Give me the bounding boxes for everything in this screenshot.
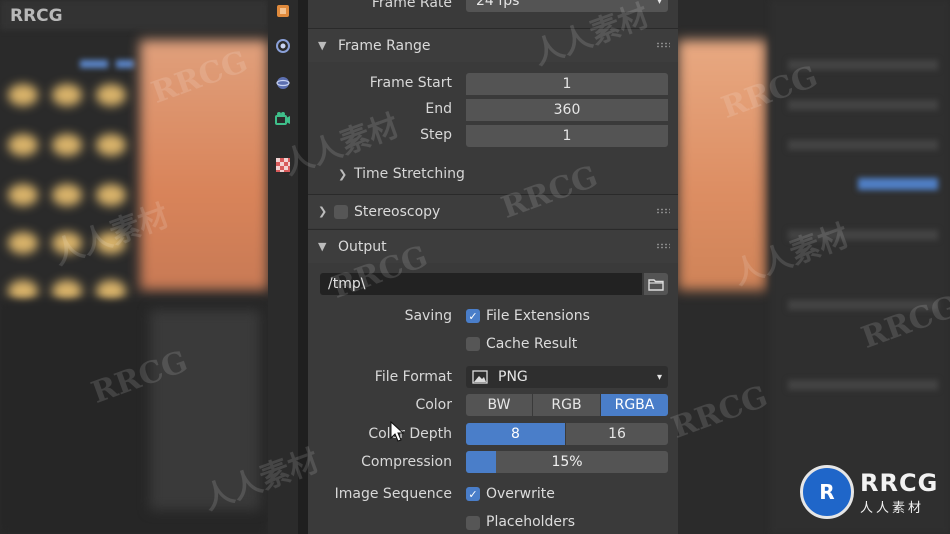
frame-end-value: 360	[553, 102, 581, 118]
check-icon: ✓	[468, 487, 478, 501]
overwrite-checkbox[interactable]: ✓	[466, 487, 480, 501]
output-title: Output	[338, 238, 387, 255]
chevron-down-icon: ▼	[318, 39, 327, 52]
chevron-right-icon: ❯	[318, 205, 328, 218]
placeholders-checkbox[interactable]	[466, 516, 480, 530]
logo-main-text: RRCG	[860, 468, 939, 497]
frame-start-field[interactable]: 1	[466, 73, 668, 95]
background-viewport-left	[0, 0, 268, 534]
compression-slider[interactable]: 15%	[466, 451, 668, 473]
stereoscopy-header[interactable]: ❯ Stereoscopy	[308, 194, 678, 228]
frame-range-header[interactable]: ▼ Frame Range	[308, 28, 678, 62]
world-properties-icon[interactable]	[272, 72, 294, 94]
background-thumbnail-grid	[0, 70, 145, 330]
texture-properties-icon[interactable]	[272, 154, 294, 176]
output-properties-icon[interactable]	[272, 0, 294, 22]
color-depth-8-label: 8	[511, 426, 520, 442]
properties-tab-strip	[268, 0, 298, 534]
color-mode-rgb-label: RGB	[551, 397, 582, 413]
background-blur-shape	[80, 60, 108, 68]
color-mode-rgba-label: RGBA	[614, 397, 655, 413]
frame-end-field[interactable]: 360	[466, 98, 668, 121]
file-extensions-checkbox[interactable]: ✓	[466, 309, 480, 323]
color-mode-rgba[interactable]: RGBA	[601, 394, 668, 416]
color-depth-16[interactable]: 16	[566, 423, 668, 445]
frame-step-value: 1	[562, 128, 572, 144]
background-blur-shape	[788, 100, 938, 110]
color-label: Color	[415, 397, 452, 413]
stereoscopy-title: Stereoscopy	[354, 203, 441, 220]
cache-result-label: Cache Result	[486, 336, 578, 352]
frame-start-value: 1	[562, 76, 572, 92]
folder-icon	[648, 278, 664, 291]
background-blur-shape	[788, 230, 938, 240]
scene-properties-icon[interactable]	[272, 35, 294, 57]
frame-range-title: Frame Range	[338, 37, 431, 54]
background-blur-shape	[788, 380, 938, 390]
saving-label: Saving	[404, 308, 452, 324]
check-icon: ✓	[468, 309, 478, 323]
mouse-cursor-icon	[390, 421, 404, 442]
frame-rate-value: 24 fps	[476, 0, 520, 9]
chevron-down-icon: ▼	[318, 240, 327, 253]
output-path-input[interactable]: /tmp\	[320, 273, 642, 295]
logo-sub-text: 人人素材	[860, 500, 925, 516]
drag-grip-icon[interactable]	[656, 208, 670, 214]
background-blur-shape	[116, 60, 134, 68]
chevron-down-icon: ▾	[656, 0, 662, 7]
background-blur-shape	[788, 60, 938, 70]
color-mode-rgb[interactable]: RGB	[533, 394, 600, 416]
time-stretching-header[interactable]: ❯ Time Stretching	[338, 166, 465, 182]
drag-grip-icon[interactable]	[656, 243, 670, 249]
background-blur-shape	[788, 140, 938, 150]
background-side-panel	[770, 0, 950, 534]
color-depth-label: Color Depth	[368, 426, 452, 442]
stereoscopy-checkbox[interactable]	[334, 204, 348, 219]
frame-rate-label: Frame Rate	[371, 0, 452, 11]
file-format-dropdown[interactable]: PNG ▾	[466, 366, 668, 388]
cache-result-checkbox[interactable]	[466, 337, 480, 351]
frame-rate-dropdown[interactable]: 24 fps ▾	[466, 0, 668, 12]
background-render-image	[678, 40, 766, 290]
chevron-down-icon: ▾	[656, 371, 662, 383]
compression-label: Compression	[361, 454, 452, 470]
image-icon	[472, 370, 488, 384]
color-depth-8[interactable]: 8	[466, 423, 565, 445]
frame-step-label: Step	[420, 127, 452, 143]
output-path-value: /tmp\	[328, 276, 366, 292]
color-mode-bw[interactable]: BW	[466, 394, 532, 416]
background-blur-shape	[150, 310, 260, 510]
color-depth-16-label: 16	[608, 426, 626, 442]
frame-start-label: Frame Start	[369, 75, 452, 91]
file-format-value: PNG	[498, 369, 528, 385]
rrcg-logo: R RRCG 人人素材	[800, 462, 940, 522]
frame-step-field[interactable]: 1	[466, 124, 668, 147]
placeholders-label: Placeholders	[486, 514, 576, 530]
background-render-image	[140, 40, 268, 290]
image-sequence-label: Image Sequence	[334, 486, 452, 502]
file-extensions-label: File Extensions	[486, 308, 590, 324]
logo-text: RRCG 人人素材	[860, 469, 938, 516]
output-header[interactable]: ▼ Output	[308, 229, 678, 263]
compression-value: 15%	[551, 454, 583, 470]
chevron-right-icon: ❯	[338, 167, 348, 181]
drag-grip-icon[interactable]	[656, 42, 670, 48]
frame-end-label: End	[425, 101, 452, 117]
background-viewport-right	[678, 0, 950, 534]
corner-watermark: RRCG	[10, 6, 63, 26]
file-browser-button[interactable]	[644, 273, 668, 295]
color-mode-bw-label: BW	[487, 397, 511, 413]
object-properties-icon[interactable]	[272, 108, 294, 130]
time-stretching-title: Time Stretching	[354, 166, 465, 182]
overwrite-label: Overwrite	[486, 486, 555, 502]
background-blur-shape	[788, 300, 938, 310]
file-format-label: File Format	[374, 369, 452, 385]
panel-divider	[298, 0, 308, 534]
background-blur-shape	[858, 178, 938, 190]
logo-badge: R	[800, 465, 854, 519]
properties-panel: Frame Rate 24 fps ▾ ▼ Frame Range Frame …	[308, 0, 678, 534]
